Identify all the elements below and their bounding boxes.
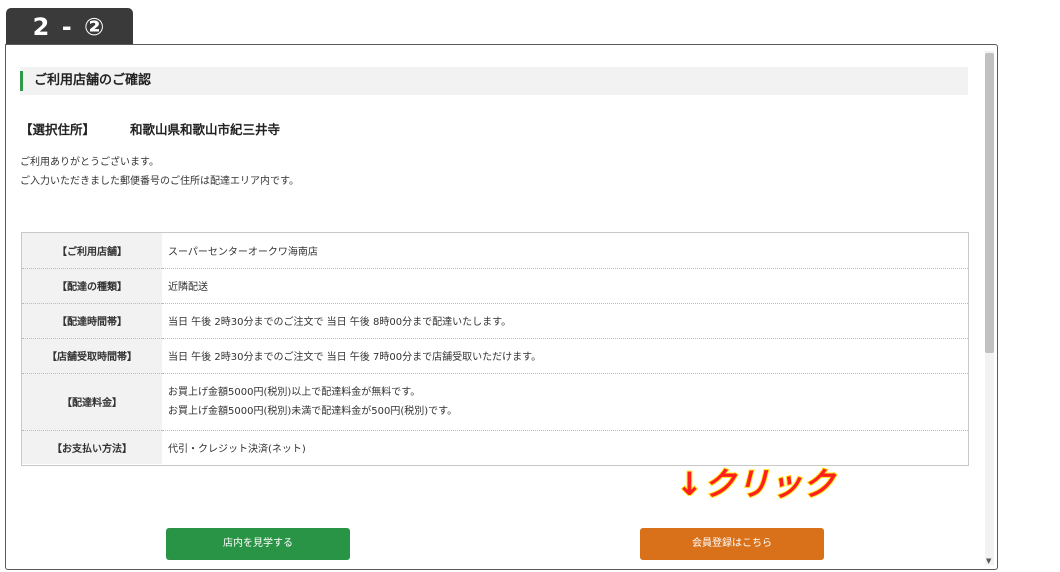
message-line-2: ご入力いただきました郵便番号のご住所は配達エリア内です。 — [20, 176, 299, 187]
row-value-delivery-type: 近隣配送 — [162, 268, 968, 304]
section-title: ご利用店舗のご確認 — [34, 73, 152, 88]
row-label-delivery-fee: 【配達料金】 — [22, 373, 162, 431]
row-label-delivery-type: 【配達の種類】 — [22, 268, 162, 304]
section-accent-bar — [20, 71, 23, 91]
table-row: 【配達料金】 お買上げ金額5000円(税別)以上で配達料金が無料です。 お買上げ… — [22, 373, 968, 431]
browse-store-button[interactable]: 店内を見学する — [166, 528, 350, 560]
confirmation-message: ご利用ありがとうございます。 ご入力いただきました郵便番号のご住所は配達エリア内… — [20, 153, 299, 191]
row-label-delivery-time: 【配達時間帯】 — [22, 303, 162, 339]
row-value-pickup-time: 当日 午後 2時30分までのご注文で 当日 午後 7時00分まで店舗受取いただけ… — [162, 338, 968, 374]
selected-address: 【選択住所】 和歌山県和歌山市紀三井寺 — [20, 119, 280, 138]
member-register-button[interactable]: 会員登録はこちら — [640, 528, 824, 560]
scroll-down-arrow-icon[interactable]: ▼ — [986, 557, 991, 565]
message-line-1: ご利用ありがとうございます。 — [20, 157, 159, 168]
row-label-pickup-time: 【店舗受取時間帯】 — [22, 338, 162, 374]
section-header: ご利用店舗のご確認 — [20, 67, 968, 95]
store-info-table: 【ご利用店舗】 スーパーセンターオークワ海南店 【配達の種類】 近隣配送 【配達… — [22, 233, 968, 464]
table-row: 【店舗受取時間帯】 当日 午後 2時30分までのご注文で 当日 午後 7時00分… — [22, 338, 968, 374]
vertical-scrollbar[interactable]: ▼ — [985, 51, 994, 565]
table-row: 【配達時間帯】 当日 午後 2時30分までのご注文で 当日 午後 8時00分まで… — [22, 303, 968, 339]
fee-line-1: お買上げ金額5000円(税別)以上で配達料金が無料です。 — [168, 386, 421, 398]
scrollbar-thumb[interactable] — [985, 53, 994, 353]
table-row: 【配達の種類】 近隣配送 — [22, 268, 968, 304]
table-row: 【ご利用店舗】 スーパーセンターオークワ海南店 — [22, 233, 968, 269]
address-label: 【選択住所】 — [20, 122, 96, 137]
step-badge: 2 - ② — [6, 8, 133, 46]
row-value-delivery-fee: お買上げ金額5000円(税別)以上で配達料金が無料です。 お買上げ金額5000円… — [162, 373, 968, 431]
row-label-store: 【ご利用店舗】 — [22, 233, 162, 269]
browser-frame: ご利用店舗のご確認 【選択住所】 和歌山県和歌山市紀三井寺 ご利用ありがとうござい… — [5, 44, 998, 570]
fee-line-2: お買上げ金額5000円(税別)未満で配達料金が500円(税別)です。 — [168, 405, 458, 417]
address-value: 和歌山県和歌山市紀三井寺 — [130, 122, 281, 137]
row-value-store: スーパーセンターオークワ海南店 — [162, 233, 968, 269]
row-label-payment: 【お支払い方法】 — [22, 430, 162, 464]
row-value-payment: 代引・クレジット決済(ネット) — [168, 443, 306, 455]
row-value-delivery-time: 当日 午後 2時30分までのご注文で 当日 午後 8時00分まで配達いたします。 — [162, 303, 968, 339]
click-annotation: ↓クリック — [675, 464, 836, 504]
table-row: 【お支払い方法】 代引・クレジット決済(ネット) — [22, 430, 968, 464]
